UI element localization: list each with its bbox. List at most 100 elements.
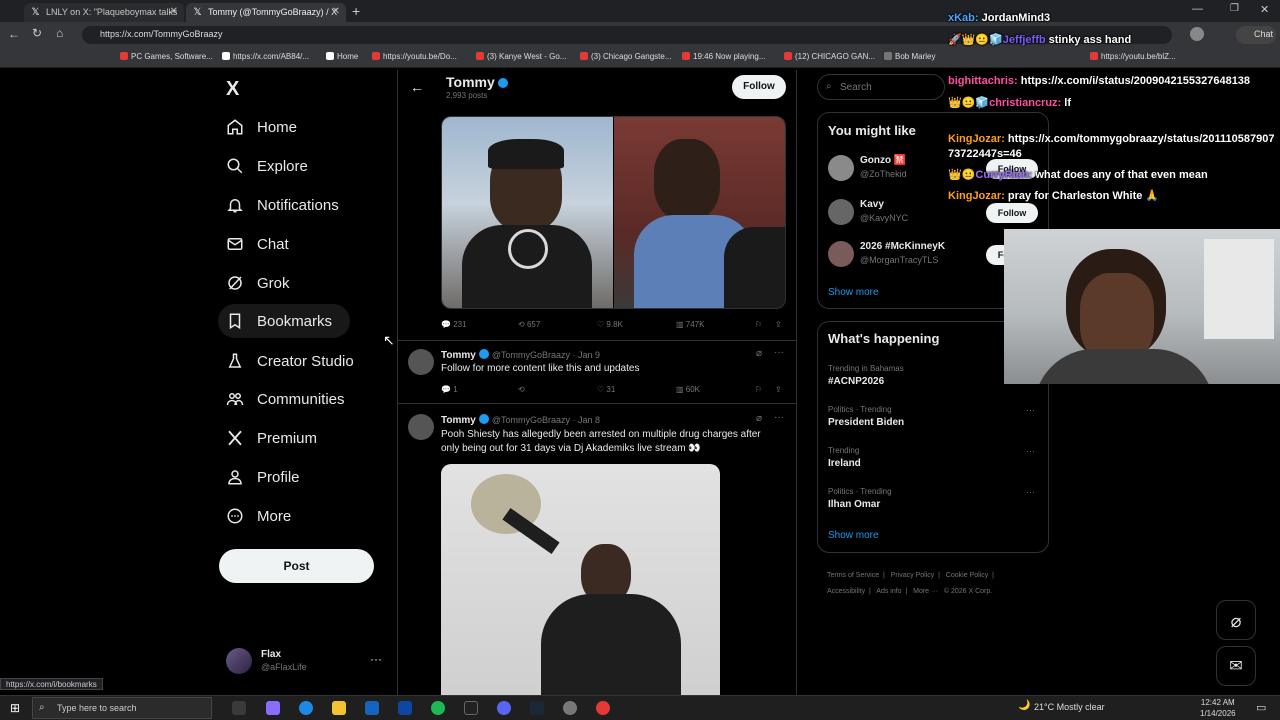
bookmark-item[interactable]: (3) Kanye West - Go...	[476, 52, 566, 61]
reply-button[interactable]: 💬 1	[441, 385, 458, 394]
bookmark-item[interactable]: https://youtu.be/blZ...	[1090, 52, 1176, 61]
footer-link[interactable]: More ···	[913, 588, 938, 595]
sidebar-item-bookmarks[interactable]: Bookmarks	[218, 304, 351, 338]
reply-button[interactable]: 💬 231	[441, 320, 467, 329]
back-icon[interactable]: ←	[8, 27, 20, 41]
browser-tab[interactable]: 𝕏 LNLY on X: "Plaqueboymax talks ✕	[24, 3, 184, 22]
people-icon	[226, 393, 244, 406]
repost-button[interactable]: ⟲ 657	[518, 320, 540, 329]
grok-fab-icon[interactable]: ⌀	[1216, 600, 1256, 640]
trend-item[interactable]: Politics · Trending President Biden ···	[828, 405, 1040, 435]
file-explorer-icon[interactable]	[332, 701, 346, 715]
sidebar-item-home[interactable]: Home	[226, 115, 297, 139]
tweet-media[interactable]	[441, 464, 720, 695]
footer-link[interactable]: Privacy Policy	[891, 572, 935, 579]
store-icon[interactable]	[365, 701, 379, 715]
app-icon[interactable]	[464, 701, 478, 715]
sidebar-item-notifications[interactable]: Notifications	[226, 193, 339, 217]
views-button[interactable]: ▥ 60K	[676, 385, 700, 394]
tweet[interactable]: Tommy @TommyGoBraazy · Jan 9 ⌀ ··· Follow…	[398, 340, 796, 404]
more-icon[interactable]: ···	[1026, 405, 1035, 415]
more-icon[interactable]: ···	[774, 412, 784, 423]
avatar[interactable]	[1190, 27, 1204, 41]
panel-title: You might like	[828, 123, 916, 138]
trend-item[interactable]: Politics · Trending Ilhan Omar ···	[828, 487, 1040, 517]
bookmark-item[interactable]: Home	[326, 52, 358, 61]
more-icon[interactable]: ···	[1026, 487, 1035, 497]
windows-start-icon[interactable]: ⊞	[10, 701, 20, 715]
copilot-icon[interactable]	[266, 701, 280, 715]
weather-text[interactable]: 21°C Mostly clear	[1034, 702, 1105, 712]
edge-icon[interactable]	[299, 701, 313, 715]
repost-button[interactable]: ⟲	[518, 385, 525, 394]
footer-link[interactable]: Cookie Policy	[946, 572, 988, 579]
bookmark-item[interactable]: https://x.com/AB84/...	[222, 52, 309, 61]
home-icon[interactable]: ⌂	[56, 26, 63, 40]
close-tab-icon[interactable]: ✕	[332, 6, 340, 17]
sidebar-item-explore[interactable]: Explore	[226, 154, 308, 178]
obs-icon[interactable]	[596, 701, 610, 715]
post-button[interactable]: Post	[219, 549, 374, 583]
tweet-media[interactable]	[441, 116, 786, 309]
back-arrow-icon[interactable]: ←	[410, 79, 424, 95]
more-icon[interactable]: ···	[1026, 446, 1035, 456]
grok-icon[interactable]: ⌀	[756, 348, 762, 359]
trend-item[interactable]: Trending Ireland ···	[828, 446, 1040, 476]
more-icon[interactable]: ···	[370, 652, 382, 666]
grok-icon[interactable]: ⌀	[756, 413, 762, 424]
search-input[interactable]: ⌕ Search	[817, 74, 945, 100]
footer-link[interactable]: Accessibility	[827, 588, 865, 595]
avatar	[828, 155, 854, 181]
share-icon[interactable]: ⇪	[775, 320, 782, 329]
footer-link[interactable]: Terms of Service	[827, 572, 879, 579]
sidebar-item-profile[interactable]: Profile	[226, 465, 300, 489]
clock[interactable]: 12:42 AM 1/14/2026	[1200, 697, 1236, 719]
bookmark-item[interactable]: https://youtu.be/Do...	[372, 52, 457, 61]
task-view-icon[interactable]	[232, 701, 246, 715]
more-icon[interactable]: ···	[774, 347, 784, 358]
close-tab-icon[interactable]: ✕	[170, 6, 178, 17]
close-window-icon[interactable]: ✕	[1260, 3, 1269, 16]
suggested-user[interactable]: Kavy @KavyNYC Follow	[828, 199, 1038, 233]
views-button[interactable]: ▥ 747K	[676, 320, 704, 329]
account-switcher[interactable]: Flax @aFlaxLife ···	[226, 648, 396, 676]
app-icon[interactable]	[398, 701, 412, 715]
notification-icon[interactable]: ▭	[1256, 701, 1266, 714]
bookmark-item[interactable]: (3) Chicago Gangste...	[580, 52, 671, 61]
chat-button[interactable]: Chat	[1236, 26, 1276, 44]
sidebar-item-more[interactable]: More	[226, 504, 291, 528]
share-icon[interactable]: ⇪	[775, 385, 782, 394]
messages-fab-icon[interactable]: ✉	[1216, 646, 1256, 686]
browser-tab-active[interactable]: 𝕏 Tommy (@TommyGoBraazy) / X ✕	[186, 3, 346, 22]
like-button[interactable]: ♡ 31	[597, 385, 615, 394]
bookmark-item[interactable]: PC Games, Software...	[120, 52, 213, 61]
sidebar-item-chat[interactable]: Chat	[226, 232, 289, 256]
sidebar-item-communities[interactable]: Communities	[226, 387, 345, 411]
minimize-icon[interactable]: —	[1192, 3, 1203, 15]
bookmark-icon[interactable]: ⚐	[755, 320, 762, 329]
show-more-link[interactable]: Show more	[828, 530, 879, 541]
x-logo[interactable]: X	[226, 78, 239, 101]
mail-icon	[227, 238, 243, 250]
bookmark-item[interactable]: Bob Marley	[884, 52, 935, 61]
show-more-link[interactable]: Show more	[828, 287, 879, 298]
sidebar-item-premium[interactable]: Premium	[226, 426, 317, 450]
bookmark-item[interactable]: 19:46 Now playing...	[682, 52, 766, 61]
maximize-icon[interactable]: ❐	[1230, 3, 1239, 14]
bookmark-item[interactable]: (12) CHICAGO GAN...	[784, 52, 875, 61]
reload-icon[interactable]: ↻	[32, 26, 42, 40]
sidebar-item-grok[interactable]: Grok	[226, 271, 290, 295]
taskbar-search-input[interactable]: ⌕ Type here to search	[32, 697, 212, 719]
spotify-icon[interactable]	[431, 701, 445, 715]
follow-button[interactable]: Follow	[986, 203, 1038, 223]
app-icon[interactable]	[563, 701, 577, 715]
new-tab-button[interactable]: +	[352, 3, 360, 19]
discord-icon[interactable]	[497, 701, 511, 715]
steam-icon[interactable]	[530, 701, 544, 715]
tweet[interactable]: Tommy @TommyGoBraazy · Jan 8 ⌀ ··· Pooh S…	[398, 406, 796, 695]
sidebar-item-creator-studio[interactable]: Creator Studio	[226, 349, 354, 373]
follow-button[interactable]: Follow	[732, 75, 786, 99]
bookmark-icon[interactable]: ⚐	[755, 385, 762, 394]
like-button[interactable]: ♡ 9.8K	[597, 320, 623, 329]
footer-link[interactable]: Ads info	[876, 588, 901, 595]
